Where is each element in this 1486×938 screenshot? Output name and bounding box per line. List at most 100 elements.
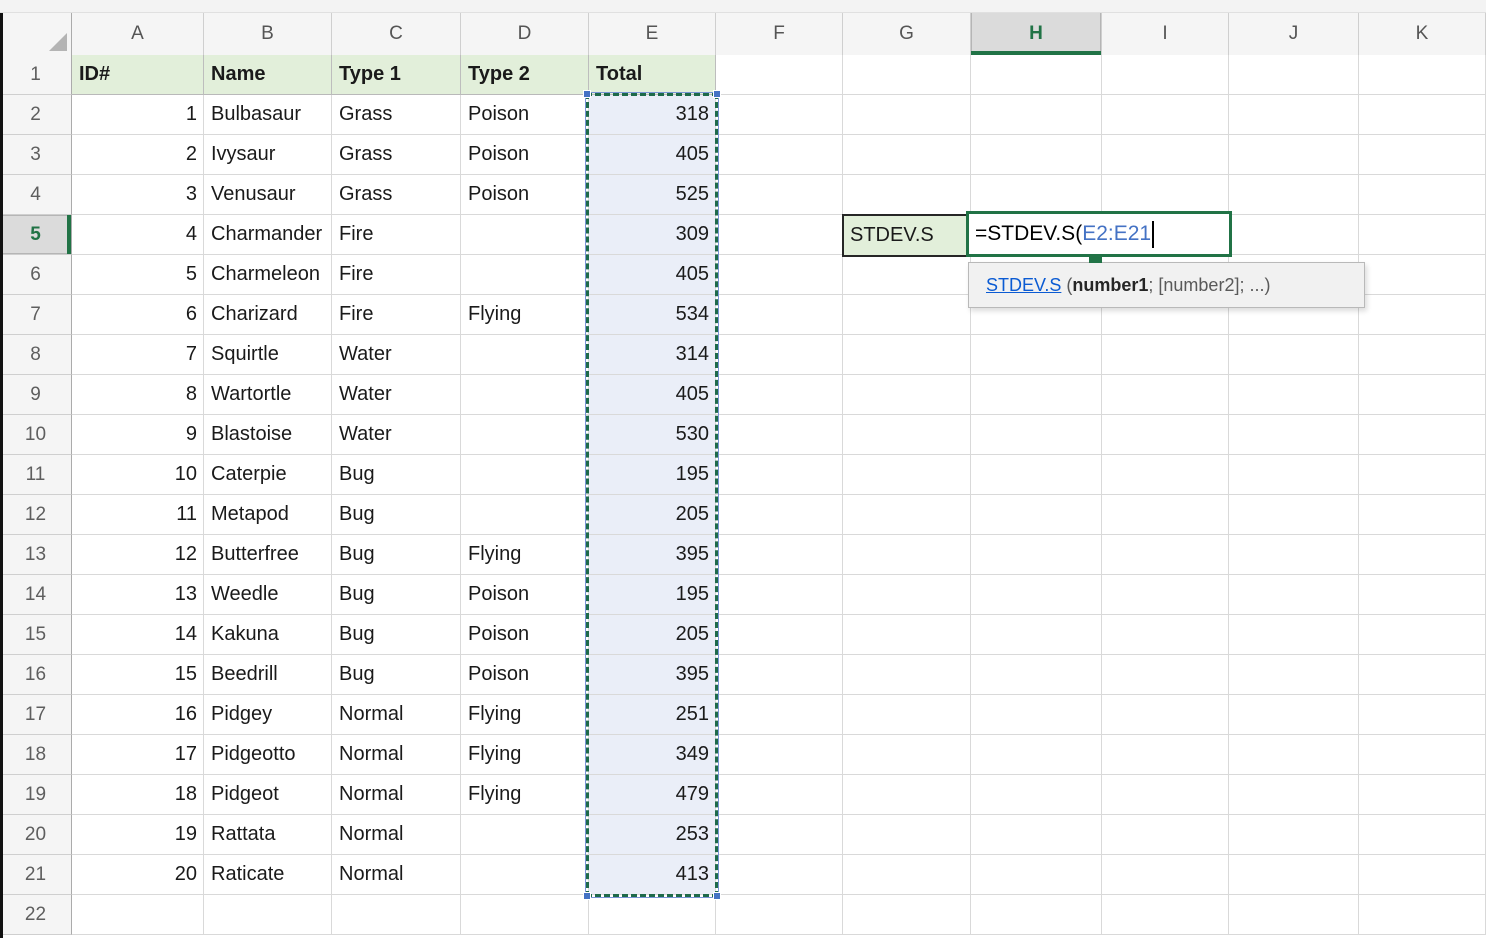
cell-E5[interactable]: 309 <box>589 215 716 255</box>
cell-C9[interactable]: Water <box>332 375 461 415</box>
cell-H9[interactable] <box>971 375 1102 415</box>
cell-H14[interactable] <box>971 575 1102 615</box>
cell-A11[interactable]: 10 <box>72 455 204 495</box>
cell-F12[interactable] <box>716 495 843 535</box>
cell-G17[interactable] <box>843 695 971 735</box>
cell-J2[interactable] <box>1229 95 1359 135</box>
cell-D9[interactable] <box>461 375 589 415</box>
cell-H3[interactable] <box>971 135 1102 175</box>
cell-D16[interactable]: Poison <box>461 655 589 695</box>
cell-J9[interactable] <box>1229 375 1359 415</box>
cell-H19[interactable] <box>971 775 1102 815</box>
cell-C21[interactable]: Normal <box>332 855 461 895</box>
cell-A7[interactable]: 6 <box>72 295 204 335</box>
cell-E2[interactable]: 318 <box>589 95 716 135</box>
cell-G20[interactable] <box>843 815 971 855</box>
cell-g5-label-box[interactable]: STDEV.S <box>842 214 972 257</box>
cell-K21[interactable] <box>1359 855 1486 895</box>
column-header-D[interactable]: D <box>461 13 589 55</box>
cell-D8[interactable] <box>461 335 589 375</box>
cell-I10[interactable] <box>1102 415 1229 455</box>
cell-E18[interactable]: 349 <box>589 735 716 775</box>
cell-K18[interactable] <box>1359 735 1486 775</box>
cell-E19[interactable]: 479 <box>589 775 716 815</box>
cell-I9[interactable] <box>1102 375 1229 415</box>
cell-B18[interactable]: Pidgeotto <box>204 735 332 775</box>
cell-F21[interactable] <box>716 855 843 895</box>
row-header-3[interactable]: 3 <box>0 135 72 175</box>
cell-K16[interactable] <box>1359 655 1486 695</box>
row-header-7[interactable]: 7 <box>0 295 72 335</box>
cell-B10[interactable]: Blastoise <box>204 415 332 455</box>
cell-F4[interactable] <box>716 175 843 215</box>
cell-H8[interactable] <box>971 335 1102 375</box>
cell-B22[interactable] <box>204 895 332 935</box>
cell-A15[interactable]: 14 <box>72 615 204 655</box>
cell-D4[interactable]: Poison <box>461 175 589 215</box>
cell-F5[interactable] <box>716 215 843 255</box>
column-header-H[interactable]: H <box>971 13 1102 55</box>
cell-G22[interactable] <box>843 895 971 935</box>
row-header-20[interactable]: 20 <box>0 815 72 855</box>
cell-F16[interactable] <box>716 655 843 695</box>
column-header-I[interactable]: I <box>1102 13 1229 55</box>
cell-F15[interactable] <box>716 615 843 655</box>
cell-C2[interactable]: Grass <box>332 95 461 135</box>
cell-B16[interactable]: Beedrill <box>204 655 332 695</box>
column-header-A[interactable]: A <box>72 13 204 55</box>
cell-I15[interactable] <box>1102 615 1229 655</box>
cell-F3[interactable] <box>716 135 843 175</box>
cell-K13[interactable] <box>1359 535 1486 575</box>
cell-A3[interactable]: 2 <box>72 135 204 175</box>
cell-F20[interactable] <box>716 815 843 855</box>
cell-C20[interactable]: Normal <box>332 815 461 855</box>
cell-J20[interactable] <box>1229 815 1359 855</box>
cell-A10[interactable]: 9 <box>72 415 204 455</box>
cell-E8[interactable]: 314 <box>589 335 716 375</box>
cell-K2[interactable] <box>1359 95 1486 135</box>
cell-G4[interactable] <box>843 175 971 215</box>
cell-I16[interactable] <box>1102 655 1229 695</box>
row-header-6[interactable]: 6 <box>0 255 72 295</box>
cell-C15[interactable]: Bug <box>332 615 461 655</box>
cell-J14[interactable] <box>1229 575 1359 615</box>
cell-E1[interactable]: Total <box>589 55 716 95</box>
cell-H10[interactable] <box>971 415 1102 455</box>
cell-G18[interactable] <box>843 735 971 775</box>
cell-E20[interactable]: 253 <box>589 815 716 855</box>
cell-J3[interactable] <box>1229 135 1359 175</box>
cell-C6[interactable]: Fire <box>332 255 461 295</box>
cell-I21[interactable] <box>1102 855 1229 895</box>
cell-F7[interactable] <box>716 295 843 335</box>
cell-A2[interactable]: 1 <box>72 95 204 135</box>
cell-A17[interactable]: 16 <box>72 695 204 735</box>
cell-A8[interactable]: 7 <box>72 335 204 375</box>
cell-I19[interactable] <box>1102 775 1229 815</box>
cell-B21[interactable]: Raticate <box>204 855 332 895</box>
cell-K20[interactable] <box>1359 815 1486 855</box>
cell-G14[interactable] <box>843 575 971 615</box>
cell-D1[interactable]: Type 2 <box>461 55 589 95</box>
cell-J11[interactable] <box>1229 455 1359 495</box>
cell-F17[interactable] <box>716 695 843 735</box>
cell-I8[interactable] <box>1102 335 1229 375</box>
cell-I11[interactable] <box>1102 455 1229 495</box>
row-header-11[interactable]: 11 <box>0 455 72 495</box>
cell-G11[interactable] <box>843 455 971 495</box>
cell-G12[interactable] <box>843 495 971 535</box>
cell-I18[interactable] <box>1102 735 1229 775</box>
cell-I2[interactable] <box>1102 95 1229 135</box>
cell-K22[interactable] <box>1359 895 1486 935</box>
row-header-8[interactable]: 8 <box>0 335 72 375</box>
cell-K19[interactable] <box>1359 775 1486 815</box>
cell-D17[interactable]: Flying <box>461 695 589 735</box>
cell-E10[interactable]: 530 <box>589 415 716 455</box>
cell-E21[interactable]: 413 <box>589 855 716 895</box>
cell-B3[interactable]: Ivysaur <box>204 135 332 175</box>
cell-A1[interactable]: ID# <box>72 55 204 95</box>
cell-E15[interactable]: 205 <box>589 615 716 655</box>
cell-K7[interactable] <box>1359 295 1486 335</box>
cell-E6[interactable]: 405 <box>589 255 716 295</box>
cell-C16[interactable]: Bug <box>332 655 461 695</box>
cell-B5[interactable]: Charmander <box>204 215 332 255</box>
